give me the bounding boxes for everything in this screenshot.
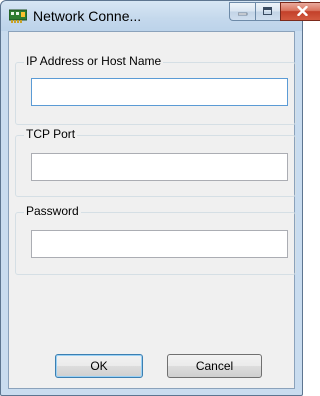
network-connection-dialog: Network Conne... IP Address or Host Name… — [0, 0, 320, 396]
cancel-button[interactable]: Cancel — [167, 354, 262, 378]
host-label: IP Address or Host Name — [24, 54, 164, 68]
password-group: Password — [15, 204, 296, 275]
maximize-button[interactable] — [255, 2, 280, 21]
minimize-icon — [237, 3, 248, 21]
port-label: TCP Port — [24, 127, 78, 141]
close-button[interactable] — [280, 2, 320, 21]
password-input[interactable] — [31, 230, 288, 258]
close-icon — [296, 3, 308, 21]
ok-button[interactable]: OK — [55, 354, 143, 378]
host-input[interactable] — [31, 78, 288, 106]
maximize-icon — [263, 3, 273, 21]
port-input[interactable] — [31, 153, 288, 181]
password-label: Password — [24, 204, 81, 218]
title-bar[interactable]: Network Conne... — [1, 1, 320, 31]
host-group: IP Address or Host Name — [15, 54, 296, 125]
port-group: TCP Port — [15, 127, 296, 197]
window-title: Network Conne... — [33, 8, 142, 24]
minimize-button[interactable] — [229, 2, 255, 21]
network-card-icon — [8, 9, 28, 23]
